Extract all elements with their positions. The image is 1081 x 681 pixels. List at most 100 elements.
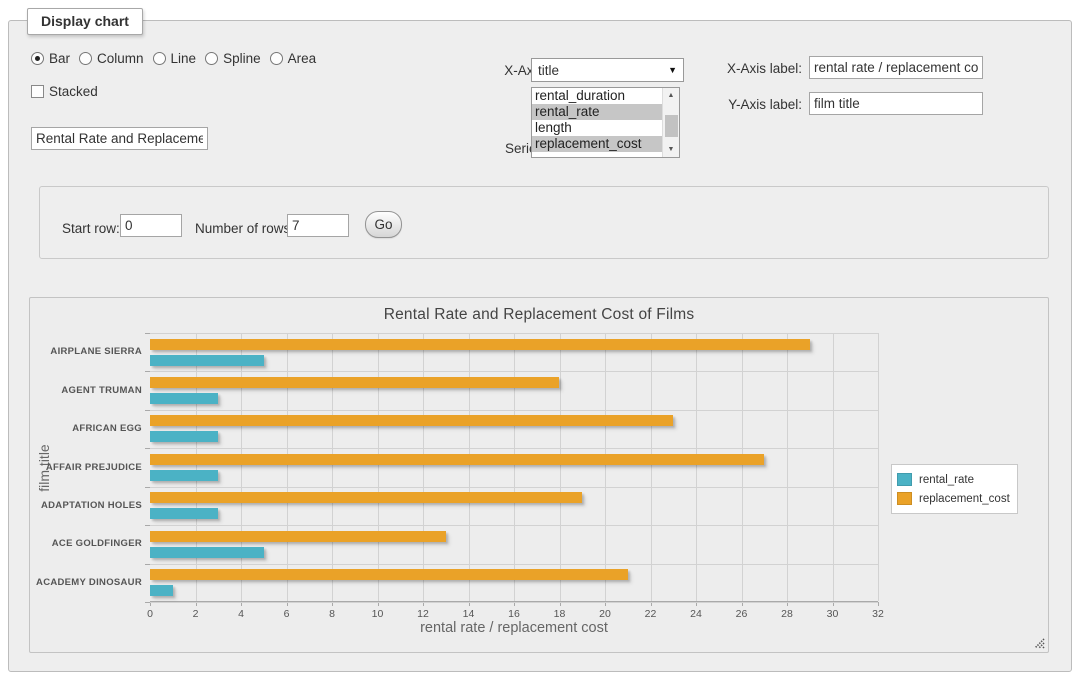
legend-swatch-replacement_cost bbox=[897, 492, 912, 505]
y-tick-mark bbox=[145, 602, 150, 603]
bar-replacement_cost bbox=[150, 492, 582, 503]
legend-row: rental_rate bbox=[897, 470, 1010, 489]
series-options: rental_durationrental_ratelengthreplacem… bbox=[532, 88, 679, 152]
bar-replacement_cost bbox=[150, 531, 446, 542]
scroll-up-icon[interactable]: ▲ bbox=[663, 88, 679, 103]
bar-rental_rate bbox=[150, 585, 173, 596]
radio-icon[interactable] bbox=[31, 52, 44, 65]
x-axis-label-label: X-Axis label: bbox=[716, 61, 802, 76]
series-option-rental_rate[interactable]: rental_rate bbox=[532, 104, 679, 120]
x-tick-label: 20 bbox=[585, 608, 625, 620]
chart-title: Rental Rate and Replacement Cost of Film… bbox=[30, 306, 1048, 324]
gridline-vertical bbox=[878, 333, 879, 601]
gridline-horizontal bbox=[150, 525, 878, 526]
x-tick-label: 18 bbox=[540, 608, 580, 620]
legend-row: replacement_cost bbox=[897, 489, 1010, 508]
bar-rental_rate bbox=[150, 431, 218, 442]
chart-type-label: Area bbox=[288, 51, 317, 66]
category-label: ACE GOLDFINGER bbox=[30, 538, 142, 549]
x-axis-selected-value: title bbox=[538, 63, 559, 78]
chart-x-axis-title: rental rate / replacement cost bbox=[150, 620, 878, 636]
scrollbar-thumb[interactable] bbox=[665, 115, 678, 137]
gridline-vertical bbox=[514, 333, 515, 601]
y-tick-mark bbox=[145, 448, 150, 449]
checkbox-icon[interactable] bbox=[31, 85, 44, 98]
series-scrollbar[interactable]: ▲ ▼ bbox=[662, 88, 679, 157]
number-of-rows-input[interactable] bbox=[287, 214, 349, 237]
category-label: AFFAIR PREJUDICE bbox=[30, 462, 142, 473]
gridline-horizontal bbox=[150, 602, 878, 603]
x-axis-select[interactable]: title ▼ bbox=[531, 58, 684, 82]
series-multiselect[interactable]: rental_durationrental_ratelengthreplacem… bbox=[531, 87, 680, 158]
radio-icon[interactable] bbox=[153, 52, 166, 65]
chart-type-radio-group: Bar Column Line Spline Area bbox=[31, 51, 325, 66]
gridline-horizontal bbox=[150, 487, 878, 488]
go-button[interactable]: Go bbox=[365, 211, 402, 238]
bar-rental_rate bbox=[150, 470, 218, 481]
x-tick-label: 12 bbox=[403, 608, 443, 620]
x-tick-mark bbox=[878, 602, 879, 606]
gridline-vertical bbox=[787, 333, 788, 601]
y-tick-mark bbox=[145, 525, 150, 526]
scroll-down-icon[interactable]: ▼ bbox=[663, 142, 679, 157]
x-tick-label: 28 bbox=[767, 608, 807, 620]
number-of-rows-label: Number of rows: bbox=[195, 221, 294, 236]
bar-rental_rate bbox=[150, 547, 264, 558]
radio-icon[interactable] bbox=[270, 52, 283, 65]
chart-type-radio-spline[interactable]: Spline bbox=[205, 51, 261, 66]
series-option-length[interactable]: length bbox=[532, 120, 679, 136]
chart-type-radio-column[interactable]: Column bbox=[79, 51, 144, 66]
radio-icon[interactable] bbox=[205, 52, 218, 65]
x-tick-label: 24 bbox=[676, 608, 716, 620]
gridline-vertical bbox=[605, 333, 606, 601]
chevron-down-icon: ▼ bbox=[668, 65, 677, 75]
legend-label: rental_rate bbox=[919, 474, 974, 486]
category-label: AIRPLANE SIERRA bbox=[30, 346, 142, 357]
category-label: AFRICAN EGG bbox=[30, 423, 142, 434]
series-option-replacement_cost[interactable]: replacement_cost bbox=[532, 136, 679, 152]
chart-type-label: Bar bbox=[49, 51, 70, 66]
bar-replacement_cost bbox=[150, 377, 559, 388]
y-tick-mark bbox=[145, 410, 150, 411]
stacked-label: Stacked bbox=[49, 84, 98, 99]
x-tick-label: 4 bbox=[221, 608, 261, 620]
gridline-horizontal bbox=[150, 410, 878, 411]
y-tick-mark bbox=[145, 487, 150, 488]
chart-type-radio-bar[interactable]: Bar bbox=[31, 51, 70, 66]
bar-rental_rate bbox=[150, 355, 264, 366]
chart-type-radio-line[interactable]: Line bbox=[153, 51, 197, 66]
x-tick-label: 16 bbox=[494, 608, 534, 620]
bar-replacement_cost bbox=[150, 454, 764, 465]
gridline-horizontal bbox=[150, 448, 878, 449]
y-tick-mark bbox=[145, 333, 150, 334]
series-option-rental_duration[interactable]: rental_duration bbox=[532, 88, 679, 104]
gridline-horizontal bbox=[150, 564, 878, 565]
gridline-horizontal bbox=[150, 333, 878, 334]
y-tick-mark bbox=[145, 564, 150, 565]
start-row-input[interactable] bbox=[120, 214, 182, 237]
x-tick-label: 0 bbox=[130, 608, 170, 620]
chart-container: Rental Rate and Replacement Cost of Film… bbox=[29, 297, 1049, 653]
bar-replacement_cost bbox=[150, 339, 810, 350]
gridline-vertical bbox=[742, 333, 743, 601]
radio-icon[interactable] bbox=[79, 52, 92, 65]
chart-type-radio-area[interactable]: Area bbox=[270, 51, 317, 66]
stacked-checkbox[interactable]: Stacked bbox=[31, 84, 98, 99]
resize-handle-icon[interactable] bbox=[1034, 638, 1045, 649]
gridline-vertical bbox=[332, 333, 333, 601]
y-axis-label-label: Y-Axis label: bbox=[716, 97, 802, 112]
row-range-panel: Start row: Number of rows: Go bbox=[39, 186, 1049, 259]
chart-title-input[interactable] bbox=[31, 127, 208, 150]
gridline-vertical bbox=[378, 333, 379, 601]
category-label: ACADEMY DINOSAUR bbox=[30, 577, 142, 588]
panel-title: Display chart bbox=[27, 8, 143, 35]
gridline-vertical bbox=[833, 333, 834, 601]
x-tick-label: 30 bbox=[813, 608, 853, 620]
x-axis-label-input[interactable] bbox=[809, 56, 983, 79]
category-label: ADAPTATION HOLES bbox=[30, 500, 142, 511]
gridline-vertical bbox=[651, 333, 652, 601]
y-axis-label-input[interactable] bbox=[809, 92, 983, 115]
gridline-vertical bbox=[241, 333, 242, 601]
gridline-vertical bbox=[469, 333, 470, 601]
legend-swatch-rental_rate bbox=[897, 473, 912, 486]
